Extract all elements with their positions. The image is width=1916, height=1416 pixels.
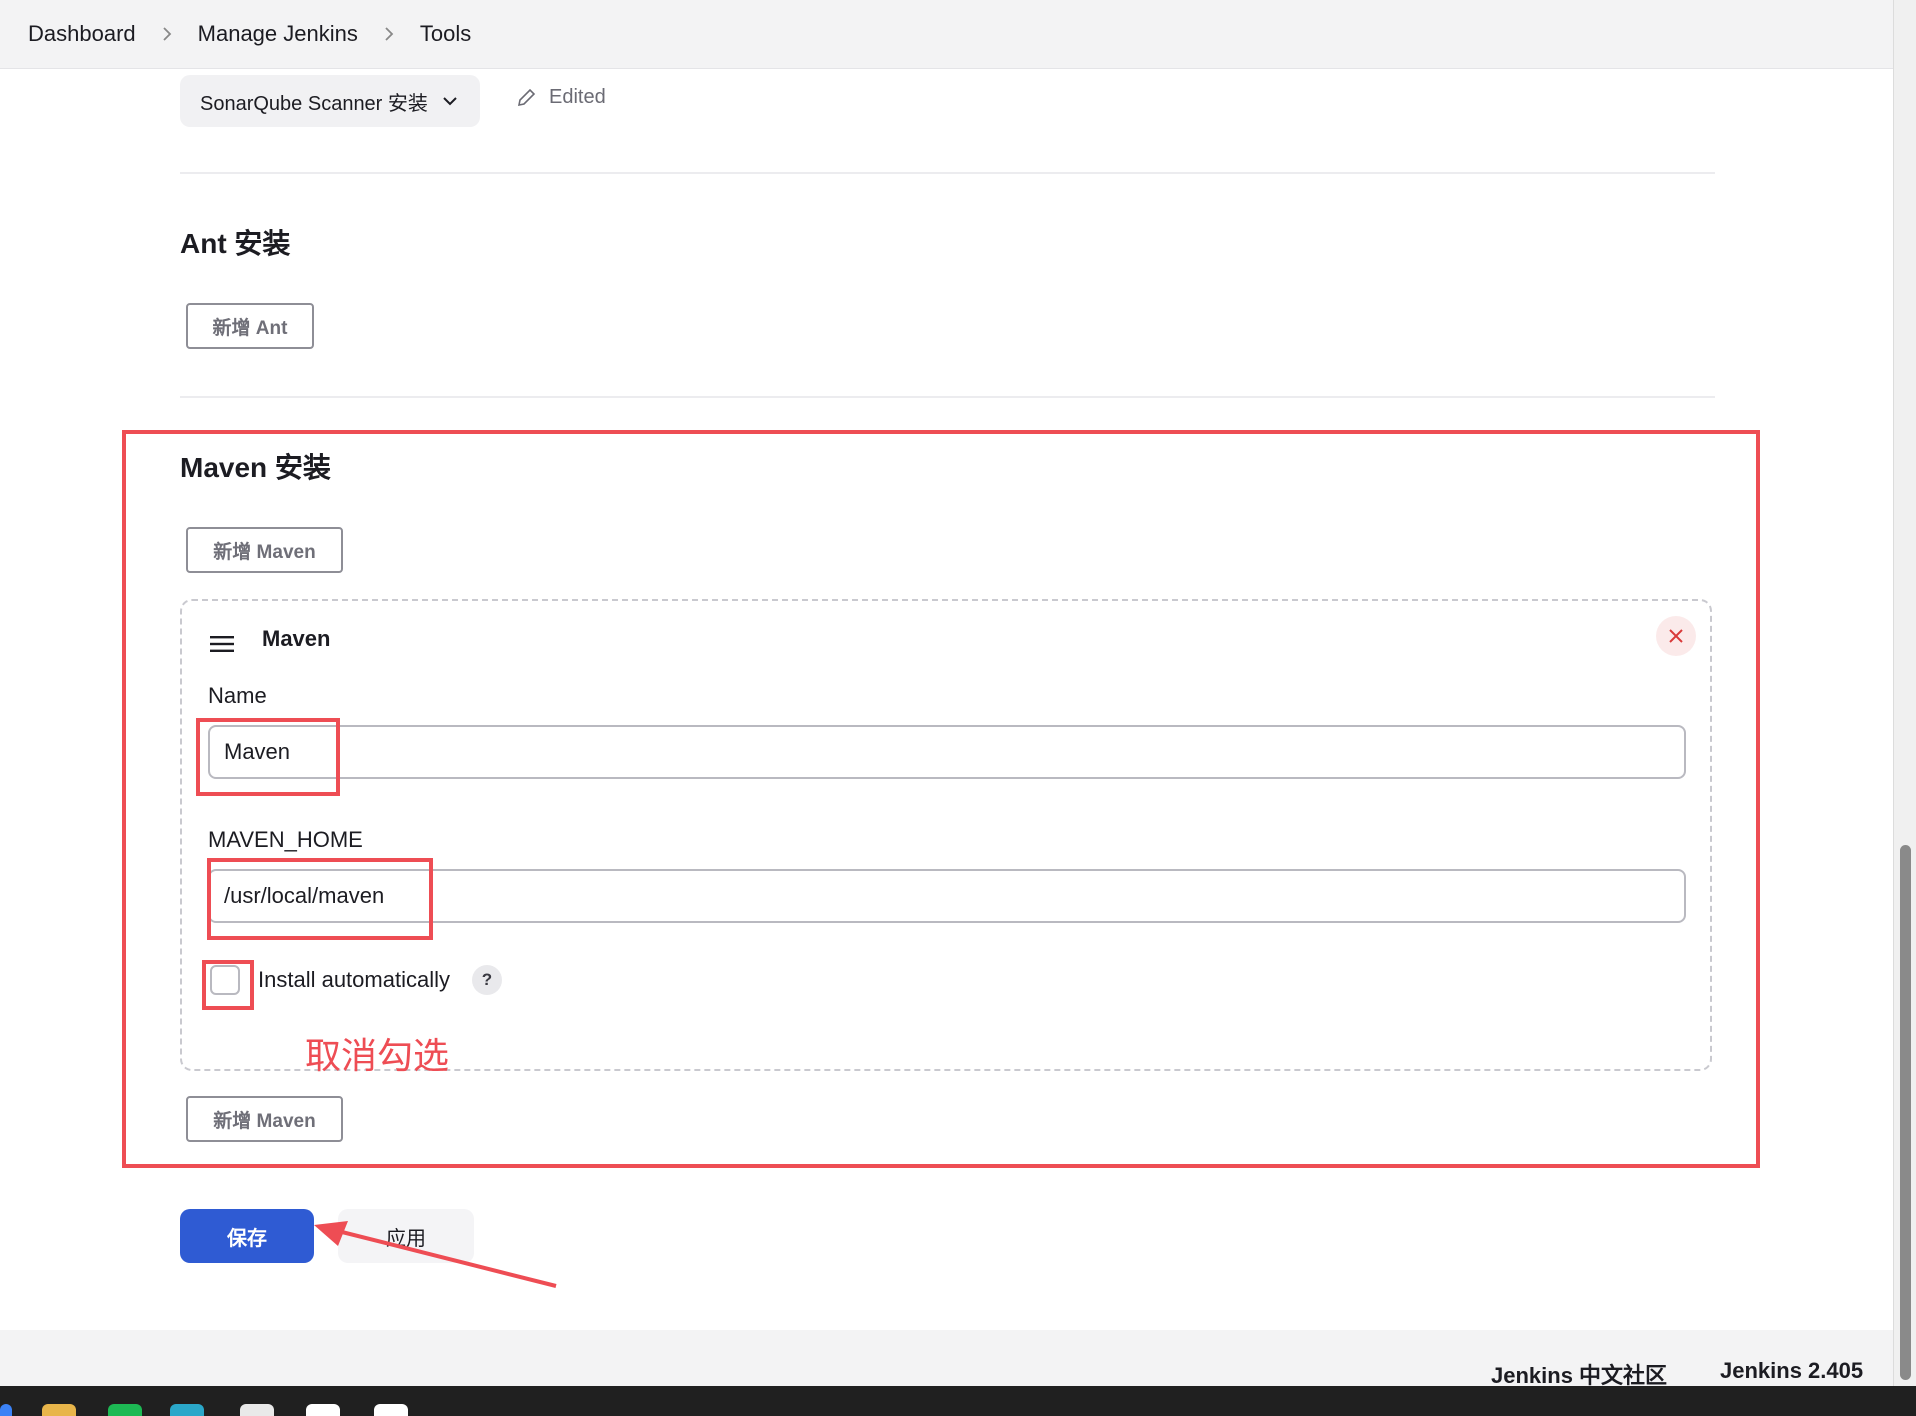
vertical-scrollbar[interactable] <box>1893 0 1916 1386</box>
annotation-home-box <box>207 858 433 940</box>
edited-indicator: Edited <box>515 86 606 109</box>
top-bar: Dashboard Manage Jenkins Tools <box>0 0 1893 69</box>
breadcrumb: Dashboard Manage Jenkins Tools <box>28 0 471 68</box>
save-button[interactable]: 保存 <box>180 1209 314 1263</box>
app-icon[interactable] <box>306 1404 340 1416</box>
ant-section-title: Ant 安装 <box>180 228 291 259</box>
section-divider <box>180 172 1715 174</box>
scrollbar-thumb[interactable] <box>1900 845 1911 1380</box>
os-taskbar <box>0 1386 1916 1416</box>
annotation-uncheck-note: 取消勾选 <box>305 1036 450 1077</box>
taskbar-app-icon[interactable] <box>0 1404 12 1416</box>
chevron-right-icon <box>160 27 174 41</box>
dropdown-label: SonarQube Scanner 安装 <box>200 92 428 115</box>
chevron-down-icon <box>443 97 457 106</box>
annotation-checkbox-box <box>202 960 254 1010</box>
sonarqube-scanner-dropdown[interactable]: SonarQube Scanner 安装 <box>180 75 480 127</box>
section-divider <box>180 396 1715 398</box>
breadcrumb-dashboard[interactable]: Dashboard <box>28 21 136 47</box>
breadcrumb-manage-jenkins[interactable]: Manage Jenkins <box>198 21 358 47</box>
pencil-icon <box>517 88 536 106</box>
chat-app-icon[interactable] <box>108 1404 142 1416</box>
chevron-right-icon <box>382 27 396 41</box>
breadcrumb-tools[interactable]: Tools <box>420 21 471 47</box>
annotation-name-box <box>196 718 340 796</box>
annotation-arrow-icon <box>314 1221 557 1288</box>
app-icon[interactable] <box>240 1404 274 1416</box>
add-ant-button[interactable]: 新增 Ant <box>186 303 314 349</box>
app-icon[interactable] <box>374 1404 408 1416</box>
version-label[interactable]: Jenkins 2.405 <box>1720 1358 1863 1384</box>
folder-icon[interactable] <box>42 1404 76 1416</box>
browser-icon[interactable] <box>170 1404 204 1416</box>
edited-label: Edited <box>549 86 606 108</box>
